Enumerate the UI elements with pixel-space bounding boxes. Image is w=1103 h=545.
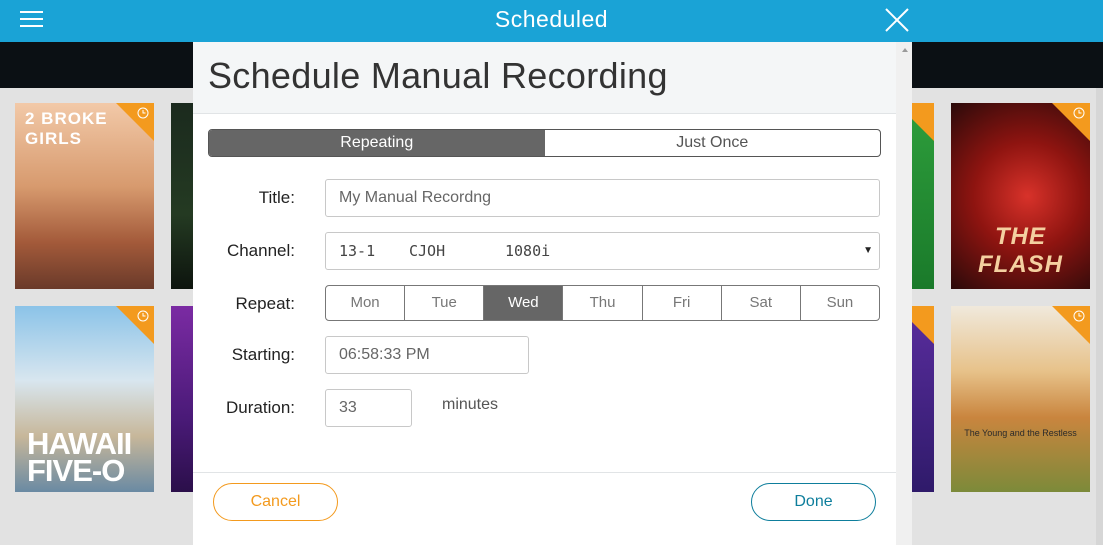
poster-young-and-restless[interactable]: The Young and the Restless: [951, 306, 1090, 492]
channel-label: Channel:: [226, 241, 295, 260]
schedule-recording-dialog: Schedule Manual Recording Repeating Just…: [193, 42, 912, 545]
day-sat[interactable]: Sat: [722, 286, 801, 320]
day-wed[interactable]: Wed: [484, 286, 564, 320]
day-fri[interactable]: Fri: [643, 286, 722, 320]
starting-label: Starting:: [231, 345, 295, 364]
poster-caption: HAWAII FIVE-O: [27, 426, 132, 488]
duration-unit: minutes: [442, 396, 499, 413]
channel-select[interactable]: 13-1 CJOH 1080i ▼: [325, 232, 880, 270]
cancel-button[interactable]: Cancel: [213, 483, 338, 521]
scheduled-badge: [912, 306, 934, 344]
clock-icon: [1073, 107, 1085, 119]
recording-mode-toggle: Repeating Just Once: [208, 129, 881, 157]
repeat-label: Repeat:: [235, 294, 295, 313]
day-sun[interactable]: Sun: [801, 286, 879, 320]
scroll-up-arrow-icon[interactable]: [902, 48, 908, 52]
day-thu[interactable]: Thu: [563, 286, 643, 320]
title-input[interactable]: My Manual Recordng: [325, 179, 880, 217]
top-bar: Scheduled: [0, 0, 1103, 42]
day-mon[interactable]: Mon: [326, 286, 406, 320]
repeat-day-selector: Mon Tue Wed Thu Fri Sat Sun: [325, 285, 880, 321]
dialog-header: Schedule Manual Recording: [193, 42, 896, 114]
channel-number: 13-1: [339, 242, 376, 260]
channel-resolution: 1080i: [505, 242, 551, 260]
duration-input[interactable]: 33: [325, 389, 412, 427]
footer-divider: [193, 472, 896, 473]
poster-partial[interactable]: [912, 103, 934, 289]
scheduled-badge: [912, 103, 934, 141]
poster-2-broke-girls[interactable]: 2 BROKE GIRLS: [15, 103, 154, 289]
clock-icon: [1073, 310, 1085, 322]
clock-icon: [137, 310, 149, 322]
dropdown-arrow-icon: ▼: [863, 245, 873, 256]
poster-partial[interactable]: [171, 103, 193, 289]
mode-just-once[interactable]: Just Once: [545, 130, 881, 156]
dialog-title: Schedule Manual Recording: [208, 55, 668, 96]
poster-the-flash[interactable]: THE FLASH: [951, 103, 1090, 289]
poster-hawaii-five-o[interactable]: HAWAII FIVE-O: [15, 306, 154, 492]
channel-name: CJOH: [409, 242, 446, 260]
poster-partial[interactable]: [171, 306, 193, 492]
poster-partial[interactable]: [912, 306, 934, 492]
page-title: Scheduled: [494, 6, 609, 32]
dialog-scrollbar[interactable]: [896, 42, 912, 545]
day-tue[interactable]: Tue: [405, 286, 485, 320]
duration-label: Duration:: [226, 398, 295, 417]
page-scrollbar[interactable]: [1096, 88, 1103, 545]
poster-caption: The Young and the Restless: [964, 428, 1077, 438]
mode-repeating[interactable]: Repeating: [209, 130, 545, 156]
start-time-input[interactable]: 06:58:33 PM: [325, 336, 529, 374]
title-label: Title:: [258, 188, 295, 207]
close-icon[interactable]: [884, 7, 910, 33]
poster-caption: THE FLASH: [978, 223, 1063, 278]
clock-icon: [137, 107, 149, 119]
done-button[interactable]: Done: [751, 483, 876, 521]
